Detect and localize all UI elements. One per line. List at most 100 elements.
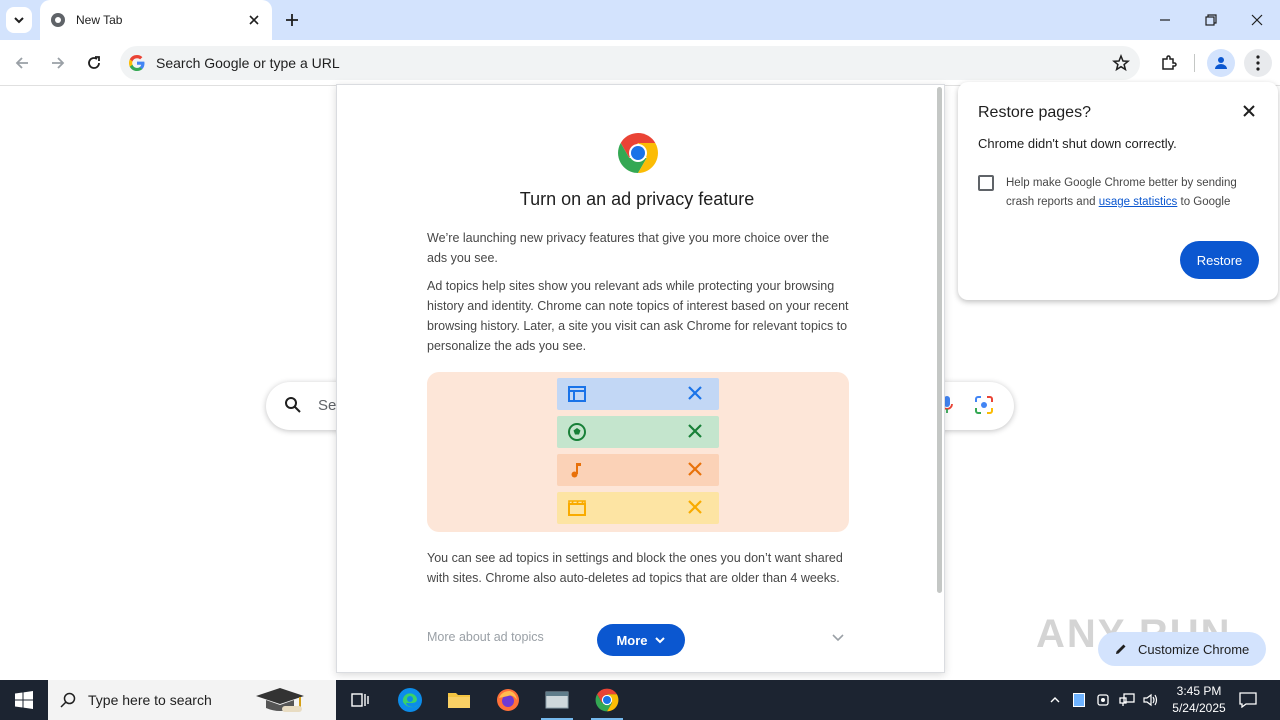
- reload-button[interactable]: [80, 49, 108, 77]
- reload-icon: [88, 56, 100, 69]
- window-app-icon: [545, 691, 569, 709]
- close-icon[interactable]: [1242, 104, 1256, 118]
- minimize-icon: [1160, 19, 1170, 21]
- newspaper-icon: [568, 386, 586, 402]
- windows-logo-icon: [15, 691, 33, 709]
- tray-volume-icon[interactable]: [1141, 680, 1161, 720]
- usage-statistics-link[interactable]: usage statistics: [1099, 196, 1178, 208]
- restore-button[interactable]: Restore: [1180, 241, 1259, 279]
- profile-button[interactable]: [1207, 49, 1235, 77]
- chevron-down-icon: [654, 637, 665, 644]
- music-note-icon: [571, 463, 581, 478]
- chrome-menu-button[interactable]: [1244, 49, 1272, 77]
- close-icon: [1251, 14, 1263, 26]
- taskbar-file-explorer[interactable]: [435, 680, 483, 720]
- graduation-cap-icon: [255, 688, 304, 712]
- lens-icon[interactable]: [974, 395, 994, 420]
- tray-overflow-button[interactable]: [1045, 680, 1065, 720]
- toolbar: Search Google or type a URL: [0, 40, 1280, 86]
- puzzle-icon: [1162, 55, 1177, 70]
- block-x-icon: [688, 500, 702, 514]
- extensions-button[interactable]: [1155, 49, 1183, 77]
- notification-icon: [1239, 692, 1257, 708]
- more-about-ad-topics-link[interactable]: More about ad topics: [427, 630, 544, 644]
- block-x-icon: [688, 386, 702, 400]
- topic-row: [557, 378, 719, 410]
- chrome-logo-icon: [618, 133, 658, 173]
- close-window-button[interactable]: [1234, 0, 1280, 40]
- google-g-icon: [129, 55, 145, 71]
- pencil-icon: [1116, 644, 1126, 654]
- clock-date: 5/24/2025: [1172, 701, 1226, 715]
- tab-title: New Tab: [76, 13, 123, 27]
- search-icon: [284, 396, 302, 419]
- block-x-icon: [688, 424, 702, 438]
- network-icon: [1119, 693, 1135, 706]
- customize-chrome-label: Customize Chrome: [1138, 641, 1250, 657]
- topic-row: [557, 416, 719, 448]
- plus-icon: [286, 14, 298, 26]
- block-x-icon: [688, 462, 702, 476]
- dialog-scrollbar[interactable]: [937, 87, 942, 593]
- window-tray-icon: [1073, 693, 1085, 707]
- tab-strip: New Tab: [0, 0, 1280, 40]
- taskbar-clock[interactable]: 3:45 PM 5/24/2025: [1160, 683, 1238, 717]
- tray-network-icon[interactable]: [1117, 680, 1137, 720]
- person-icon: [1215, 57, 1227, 69]
- chrome-favicon-icon: [51, 13, 65, 27]
- new-tab-button[interactable]: [280, 8, 304, 32]
- chevron-down-icon: [14, 17, 24, 24]
- ad-topics-illustration: [427, 372, 849, 532]
- restore-title: Restore pages?: [978, 104, 1091, 121]
- more-vertical-icon: [1256, 55, 1260, 71]
- restore-pages-bubble: Restore pages? Chrome didn't shut down c…: [958, 82, 1278, 300]
- tab-search-button[interactable]: [6, 7, 32, 33]
- bookmark-star-icon[interactable]: [1112, 53, 1130, 77]
- clock-time: 3:45 PM: [1176, 684, 1222, 698]
- edge-icon: [398, 688, 422, 712]
- dialog-paragraph-settings: You can see ad topics in settings and bl…: [427, 551, 843, 585]
- dialog-title: Turn on an ad privacy feature: [519, 189, 755, 209]
- arrow-left-icon: [15, 57, 28, 69]
- restore-window-button[interactable]: [1188, 0, 1234, 40]
- restore-window-icon: [1205, 14, 1217, 26]
- ad-privacy-dialog: Turn on an ad privacy feature We’re laun…: [336, 84, 945, 673]
- back-button[interactable]: [8, 49, 36, 77]
- topic-row: [557, 454, 719, 486]
- customize-chrome-button[interactable]: Customize Chrome: [1098, 632, 1266, 666]
- tray-device-icon[interactable]: [1093, 680, 1113, 720]
- device-icon: [1097, 694, 1109, 706]
- toolbar-separator: [1194, 54, 1195, 72]
- taskbar-firefox[interactable]: [484, 680, 532, 720]
- ntp-search-placeholder: Se: [318, 397, 337, 414]
- dialog-paragraph-topics: Ad topics help sites show you relevant a…: [427, 279, 849, 353]
- taskbar-chrome[interactable]: [583, 680, 631, 720]
- more-button-label: More: [616, 632, 648, 648]
- taskbar-search-box[interactable]: Type here to search: [48, 680, 336, 720]
- expand-chevron-icon[interactable]: [831, 630, 845, 644]
- tray-app-icon[interactable]: [1069, 680, 1089, 720]
- forward-button[interactable]: [44, 49, 72, 77]
- omnibox[interactable]: Search Google or type a URL: [120, 46, 1140, 80]
- arrow-right-icon: [52, 57, 65, 69]
- tab-new-tab[interactable]: New Tab: [40, 0, 272, 40]
- topic-row: [557, 492, 719, 524]
- task-view-button[interactable]: [336, 680, 384, 720]
- tab-close-icon[interactable]: [246, 12, 262, 28]
- chrome-icon: [595, 688, 619, 712]
- taskbar-search-placeholder: Type here to search: [88, 692, 212, 708]
- more-button[interactable]: More: [597, 624, 685, 656]
- taskbar-edge[interactable]: [386, 680, 434, 720]
- start-button[interactable]: [0, 680, 48, 720]
- taskbar-app-window[interactable]: [533, 680, 581, 720]
- help-text-suffix: to Google: [1177, 196, 1231, 208]
- dialog-paragraph-intro: We’re launching new privacy features tha…: [427, 231, 830, 265]
- taskbar: Type here to search 3:45 PM 5/24/2025: [0, 680, 1280, 720]
- task-view-icon: [351, 693, 369, 707]
- crash-report-checkbox[interactable]: [978, 175, 994, 191]
- minimize-button[interactable]: [1142, 0, 1188, 40]
- clapperboard-icon: [568, 500, 586, 516]
- search-icon: [60, 692, 76, 708]
- folder-icon: [448, 693, 470, 708]
- notifications-button[interactable]: [1236, 680, 1260, 720]
